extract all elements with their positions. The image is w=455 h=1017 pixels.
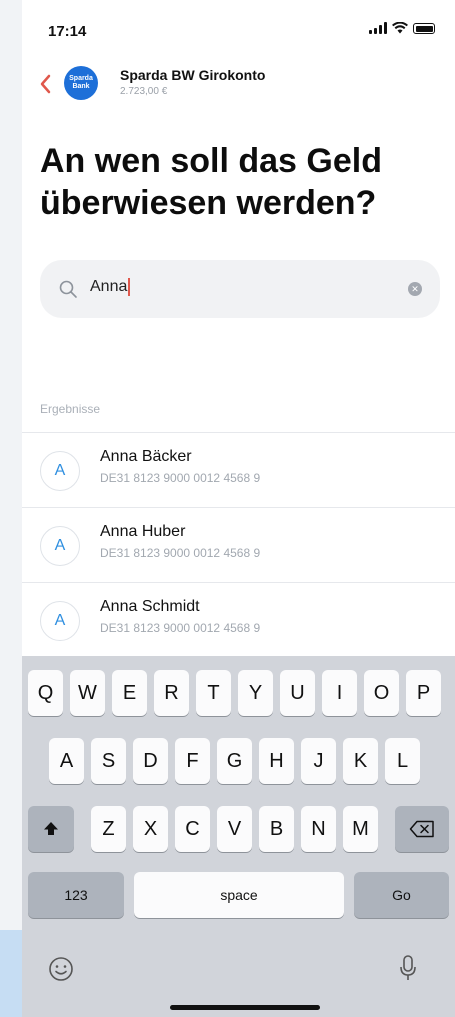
backspace-key[interactable]	[395, 806, 449, 852]
key-c[interactable]: C	[175, 806, 210, 852]
key-s[interactable]: S	[91, 738, 126, 784]
key-w[interactable]: W	[70, 670, 105, 716]
key-y[interactable]: Y	[238, 670, 273, 716]
status-time: 17:14	[48, 23, 87, 40]
result-item[interactable]: A Anna Bäcker DE31 8123 9000 0012 4568 9	[22, 432, 455, 507]
avatar: A	[40, 451, 80, 491]
result-name: Anna Schmidt	[100, 598, 200, 615]
space-key[interactable]: space	[134, 872, 344, 918]
microphone-icon[interactable]	[398, 953, 418, 983]
shift-key[interactable]	[28, 806, 74, 852]
home-indicator[interactable]	[170, 1005, 320, 1010]
key-p[interactable]: P	[406, 670, 441, 716]
status-icons	[369, 22, 435, 34]
shift-icon	[44, 822, 58, 835]
key-j[interactable]: J	[301, 738, 336, 784]
account-balance: 2.723,00 €	[120, 86, 168, 97]
status-bar: 17:14	[22, 0, 455, 50]
key-b[interactable]: B	[259, 806, 294, 852]
key-d[interactable]: D	[133, 738, 168, 784]
battery-icon	[413, 23, 435, 34]
text-caret	[128, 278, 131, 296]
key-f[interactable]: F	[175, 738, 210, 784]
result-name: Anna Huber	[100, 523, 186, 540]
signal-icon	[369, 22, 387, 34]
search-input[interactable]: Anna	[90, 278, 131, 296]
results-label: Ergebnisse	[40, 402, 101, 416]
key-g[interactable]: G	[217, 738, 252, 784]
result-iban: DE31 8123 9000 0012 4568 9	[100, 471, 261, 485]
key-e[interactable]: E	[112, 670, 147, 716]
backspace-icon	[409, 820, 434, 838]
key-t[interactable]: T	[196, 670, 231, 716]
key-i[interactable]: I	[322, 670, 357, 716]
wifi-icon	[392, 22, 408, 34]
result-name: Anna Bäcker	[100, 448, 192, 465]
key-n[interactable]: N	[301, 806, 336, 852]
results-list: A Anna Bäcker DE31 8123 9000 0012 4568 9…	[22, 432, 455, 658]
phone-screen: 17:14 Sparda Bank Sparda BW Girokonto 2.…	[22, 0, 455, 1017]
emoji-icon[interactable]	[48, 956, 74, 982]
key-k[interactable]: K	[343, 738, 378, 784]
key-v[interactable]: V	[217, 806, 252, 852]
result-item[interactable]: A Anna Schmidt DE31 8123 9000 0012 4568 …	[22, 582, 455, 658]
key-u[interactable]: U	[280, 670, 315, 716]
result-iban: DE31 8123 9000 0012 4568 9	[100, 621, 261, 635]
avatar: A	[40, 601, 80, 641]
numbers-key[interactable]: 123	[28, 872, 124, 918]
onscreen-keyboard: Q W E R T Y U I O P A S D F G H J K L Z …	[22, 656, 455, 1017]
clear-icon[interactable]: ✕	[408, 282, 422, 296]
key-l[interactable]: L	[385, 738, 420, 784]
go-key[interactable]: Go	[354, 872, 449, 918]
result-item[interactable]: A Anna Huber DE31 8123 9000 0012 4568 9	[22, 507, 455, 582]
key-x[interactable]: X	[133, 806, 168, 852]
bank-logo: Sparda Bank	[64, 66, 98, 100]
result-iban: DE31 8123 9000 0012 4568 9	[100, 546, 261, 560]
page-title: An wen soll das Geld überwiesen werden?	[40, 142, 382, 222]
search-input-value: Anna	[90, 278, 128, 296]
key-r[interactable]: R	[154, 670, 189, 716]
recipient-search-field[interactable]: Anna ✕	[40, 260, 440, 318]
key-q[interactable]: Q	[28, 670, 63, 716]
key-h[interactable]: H	[259, 738, 294, 784]
search-icon	[59, 280, 77, 298]
key-a[interactable]: A	[49, 738, 84, 784]
key-m[interactable]: M	[343, 806, 378, 852]
account-header: Sparda Bank Sparda BW Girokonto 2.723,00…	[22, 58, 455, 108]
back-button[interactable]	[34, 70, 58, 98]
avatar: A	[40, 526, 80, 566]
key-o[interactable]: O	[364, 670, 399, 716]
account-name: Sparda BW Girokonto	[120, 67, 266, 83]
key-z[interactable]: Z	[91, 806, 126, 852]
